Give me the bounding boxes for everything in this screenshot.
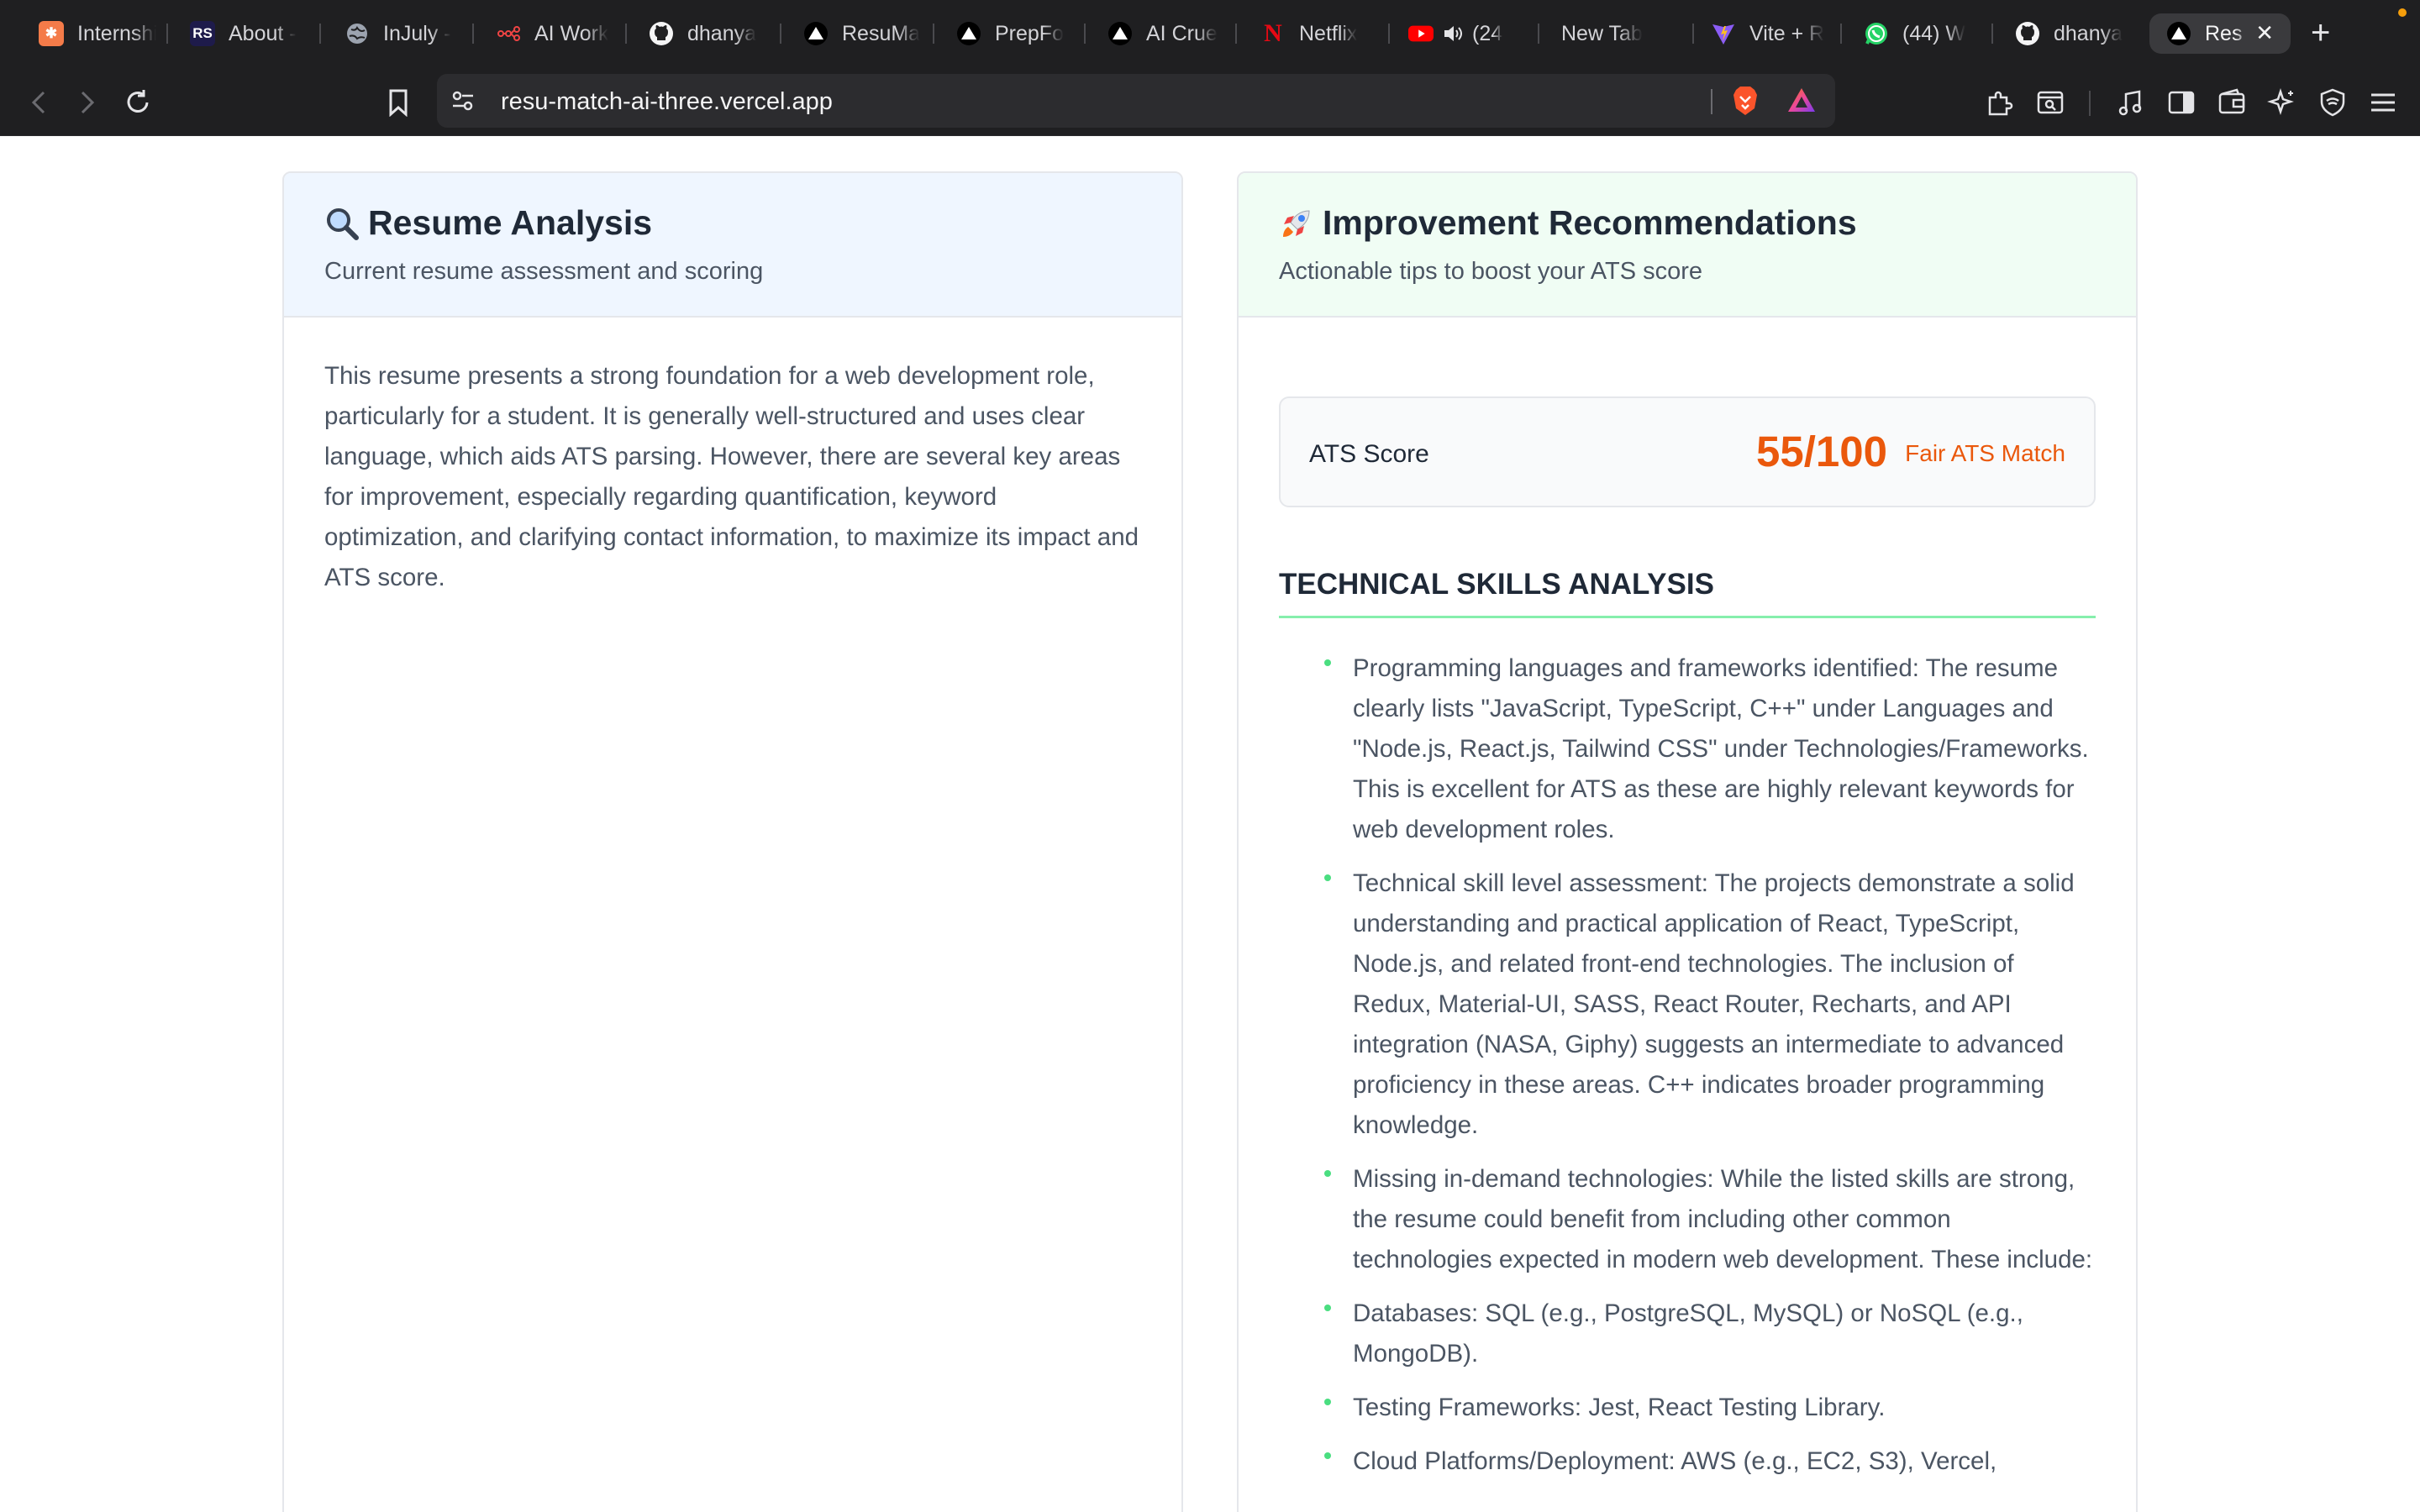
recommendations-title: Improvement Recommendations xyxy=(1323,203,1857,242)
extensions-puzzle-icon[interactable] xyxy=(1981,84,2018,121)
recommendations-header: Improvement Recommendations Actionable t… xyxy=(1239,173,2136,318)
tab-prepfo[interactable]: PrepFo xyxy=(956,13,1074,54)
tab-new-tab[interactable]: New Tab xyxy=(1561,13,1687,54)
address-divider xyxy=(1711,89,1712,114)
tab-separator xyxy=(166,24,168,44)
tab-separator xyxy=(780,24,781,44)
github-icon xyxy=(2015,21,2040,46)
vercel-icon xyxy=(2166,21,2191,46)
list-item: Cloud Platforms/Deployment: AWS (e.g., E… xyxy=(1279,1441,2096,1482)
resume-analysis-summary: This resume presents a strong foundation… xyxy=(324,362,1139,591)
vercel-icon xyxy=(1107,21,1133,46)
tab-resumatch[interactable]: ResuMa xyxy=(803,13,921,54)
new-tab-plus-icon[interactable]: + xyxy=(2311,12,2330,54)
list-item: Databases: SQL (e.g., PostgreSQL, MySQL)… xyxy=(1279,1294,2096,1374)
tab-separator xyxy=(319,24,321,44)
leo-ai-star-icon[interactable] xyxy=(2264,84,2301,121)
media-music-icon[interactable] xyxy=(2112,84,2149,121)
bullet-dot xyxy=(1324,1305,1331,1311)
technical-skills-heading: TECHNICAL SKILLS ANALYSIS xyxy=(1279,568,1714,601)
list-item: Programming languages and frameworks ide… xyxy=(1279,648,2096,850)
vercel-icon xyxy=(956,21,981,46)
brave-shields-icon[interactable] xyxy=(1731,85,1760,121)
technical-skills-list: Programming languages and frameworks ide… xyxy=(1279,648,2096,1495)
resume-analysis-header: Resume Analysis Current resume assessmen… xyxy=(284,173,1181,318)
tab-separator xyxy=(625,24,627,44)
url-text[interactable]: resu-match-ai-three.vercel.app xyxy=(501,88,833,116)
resume-analysis-subtitle: Current resume assessment and scoring xyxy=(324,258,764,285)
ats-score-box: ATS Score 55/100 Fair ATS Match xyxy=(1279,396,2096,507)
tab-injuly[interactable]: InJuly - xyxy=(345,13,462,54)
tab-about[interactable]: RS About - xyxy=(190,13,308,54)
workflow-icon xyxy=(496,21,521,46)
tab-ai-work[interactable]: AI Work xyxy=(496,13,613,54)
ats-score-value: 55/100 xyxy=(1756,428,1887,475)
tab-github-1[interactable]: dhanya xyxy=(649,13,766,54)
tab-github-2[interactable]: dhanya xyxy=(2015,13,2133,54)
tab-netflix[interactable]: N Netflix xyxy=(1260,13,1386,54)
back-arrow-icon[interactable] xyxy=(22,86,55,119)
tab-strip: ✱ Internshi RS About - InJuly - AI Work … xyxy=(0,0,2420,67)
bullet-dot xyxy=(1324,1170,1331,1177)
tab-separator xyxy=(1840,24,1842,44)
vite-icon xyxy=(1711,21,1736,46)
resume-analysis-card: Resume Analysis Current resume assessmen… xyxy=(282,171,1183,1512)
list-item: Testing Frameworks: Jest, React Testing … xyxy=(1279,1388,2096,1428)
improvement-recommendations-card: Improvement Recommendations Actionable t… xyxy=(1237,171,2138,1512)
tab-ai-crue[interactable]: AI Crue xyxy=(1107,13,1225,54)
tab-search-icon[interactable] xyxy=(2032,84,2069,121)
tab-whatsapp[interactable]: (44) W xyxy=(1864,13,1981,54)
address-bar[interactable]: resu-match-ai-three.vercel.app xyxy=(437,74,1835,128)
netflix-icon: N xyxy=(1264,19,1282,47)
tab-separator xyxy=(472,24,474,44)
tab-separator xyxy=(1388,24,1390,44)
tab-active-resumatch[interactable]: Res ✕ xyxy=(2149,13,2291,54)
tab-internshala[interactable]: ✱ Internshi xyxy=(39,13,156,54)
bullet-dot xyxy=(1324,874,1331,881)
toolbar-divider xyxy=(2089,91,2091,116)
tab-separator xyxy=(1235,24,1237,44)
tab-separator xyxy=(1538,24,1539,44)
tab-youtube[interactable]: (24 xyxy=(1408,13,1526,54)
section-underline xyxy=(1279,616,2096,618)
speaker-icon[interactable] xyxy=(1440,21,1465,46)
github-icon xyxy=(649,21,674,46)
list-item: Missing in-demand technologies: While th… xyxy=(1279,1159,2096,1280)
bullet-dot xyxy=(1324,659,1331,666)
internshala-icon: ✱ xyxy=(39,21,64,46)
reload-icon[interactable] xyxy=(121,86,155,119)
vercel-icon xyxy=(803,21,829,46)
tab-vite[interactable]: Vite + R xyxy=(1711,13,1828,54)
site-settings-icon[interactable] xyxy=(450,88,476,118)
recommendations-subtitle: Actionable tips to boost your ATS score xyxy=(1279,258,1703,285)
ats-score-label: ATS Score xyxy=(1309,440,1429,468)
tab-separator xyxy=(933,24,934,44)
close-tab-icon[interactable]: ✕ xyxy=(2255,20,2274,46)
rs-icon: RS xyxy=(190,21,215,46)
bookmark-icon[interactable] xyxy=(381,86,415,119)
tab-separator xyxy=(1084,24,1086,44)
recording-indicator xyxy=(2398,8,2407,17)
brave-rewards-icon[interactable] xyxy=(1786,86,1817,118)
tab-separator xyxy=(1692,24,1694,44)
browser-toolbar: resu-match-ai-three.vercel.app xyxy=(0,67,2420,136)
globe-icon xyxy=(345,21,370,46)
list-item: Technical skill level assessment: The pr… xyxy=(1279,864,2096,1146)
rocket-icon xyxy=(1279,206,1314,241)
ats-rating-text: Fair ATS Match xyxy=(1905,440,2065,466)
magnifier-icon xyxy=(324,206,360,241)
tab-separator xyxy=(1991,24,1993,44)
forward-arrow-icon[interactable] xyxy=(71,86,104,119)
whatsapp-icon xyxy=(1864,21,1889,46)
hamburger-menu-icon[interactable] xyxy=(2365,84,2402,121)
wallet-icon[interactable] xyxy=(2213,84,2250,121)
bullet-dot xyxy=(1324,1399,1331,1405)
youtube-icon xyxy=(1408,21,1434,46)
bullet-dot xyxy=(1324,1452,1331,1459)
sidebar-toggle-icon[interactable] xyxy=(2163,84,2200,121)
resume-analysis-title: Resume Analysis xyxy=(368,203,653,242)
vpn-shield-icon[interactable] xyxy=(2314,84,2351,121)
